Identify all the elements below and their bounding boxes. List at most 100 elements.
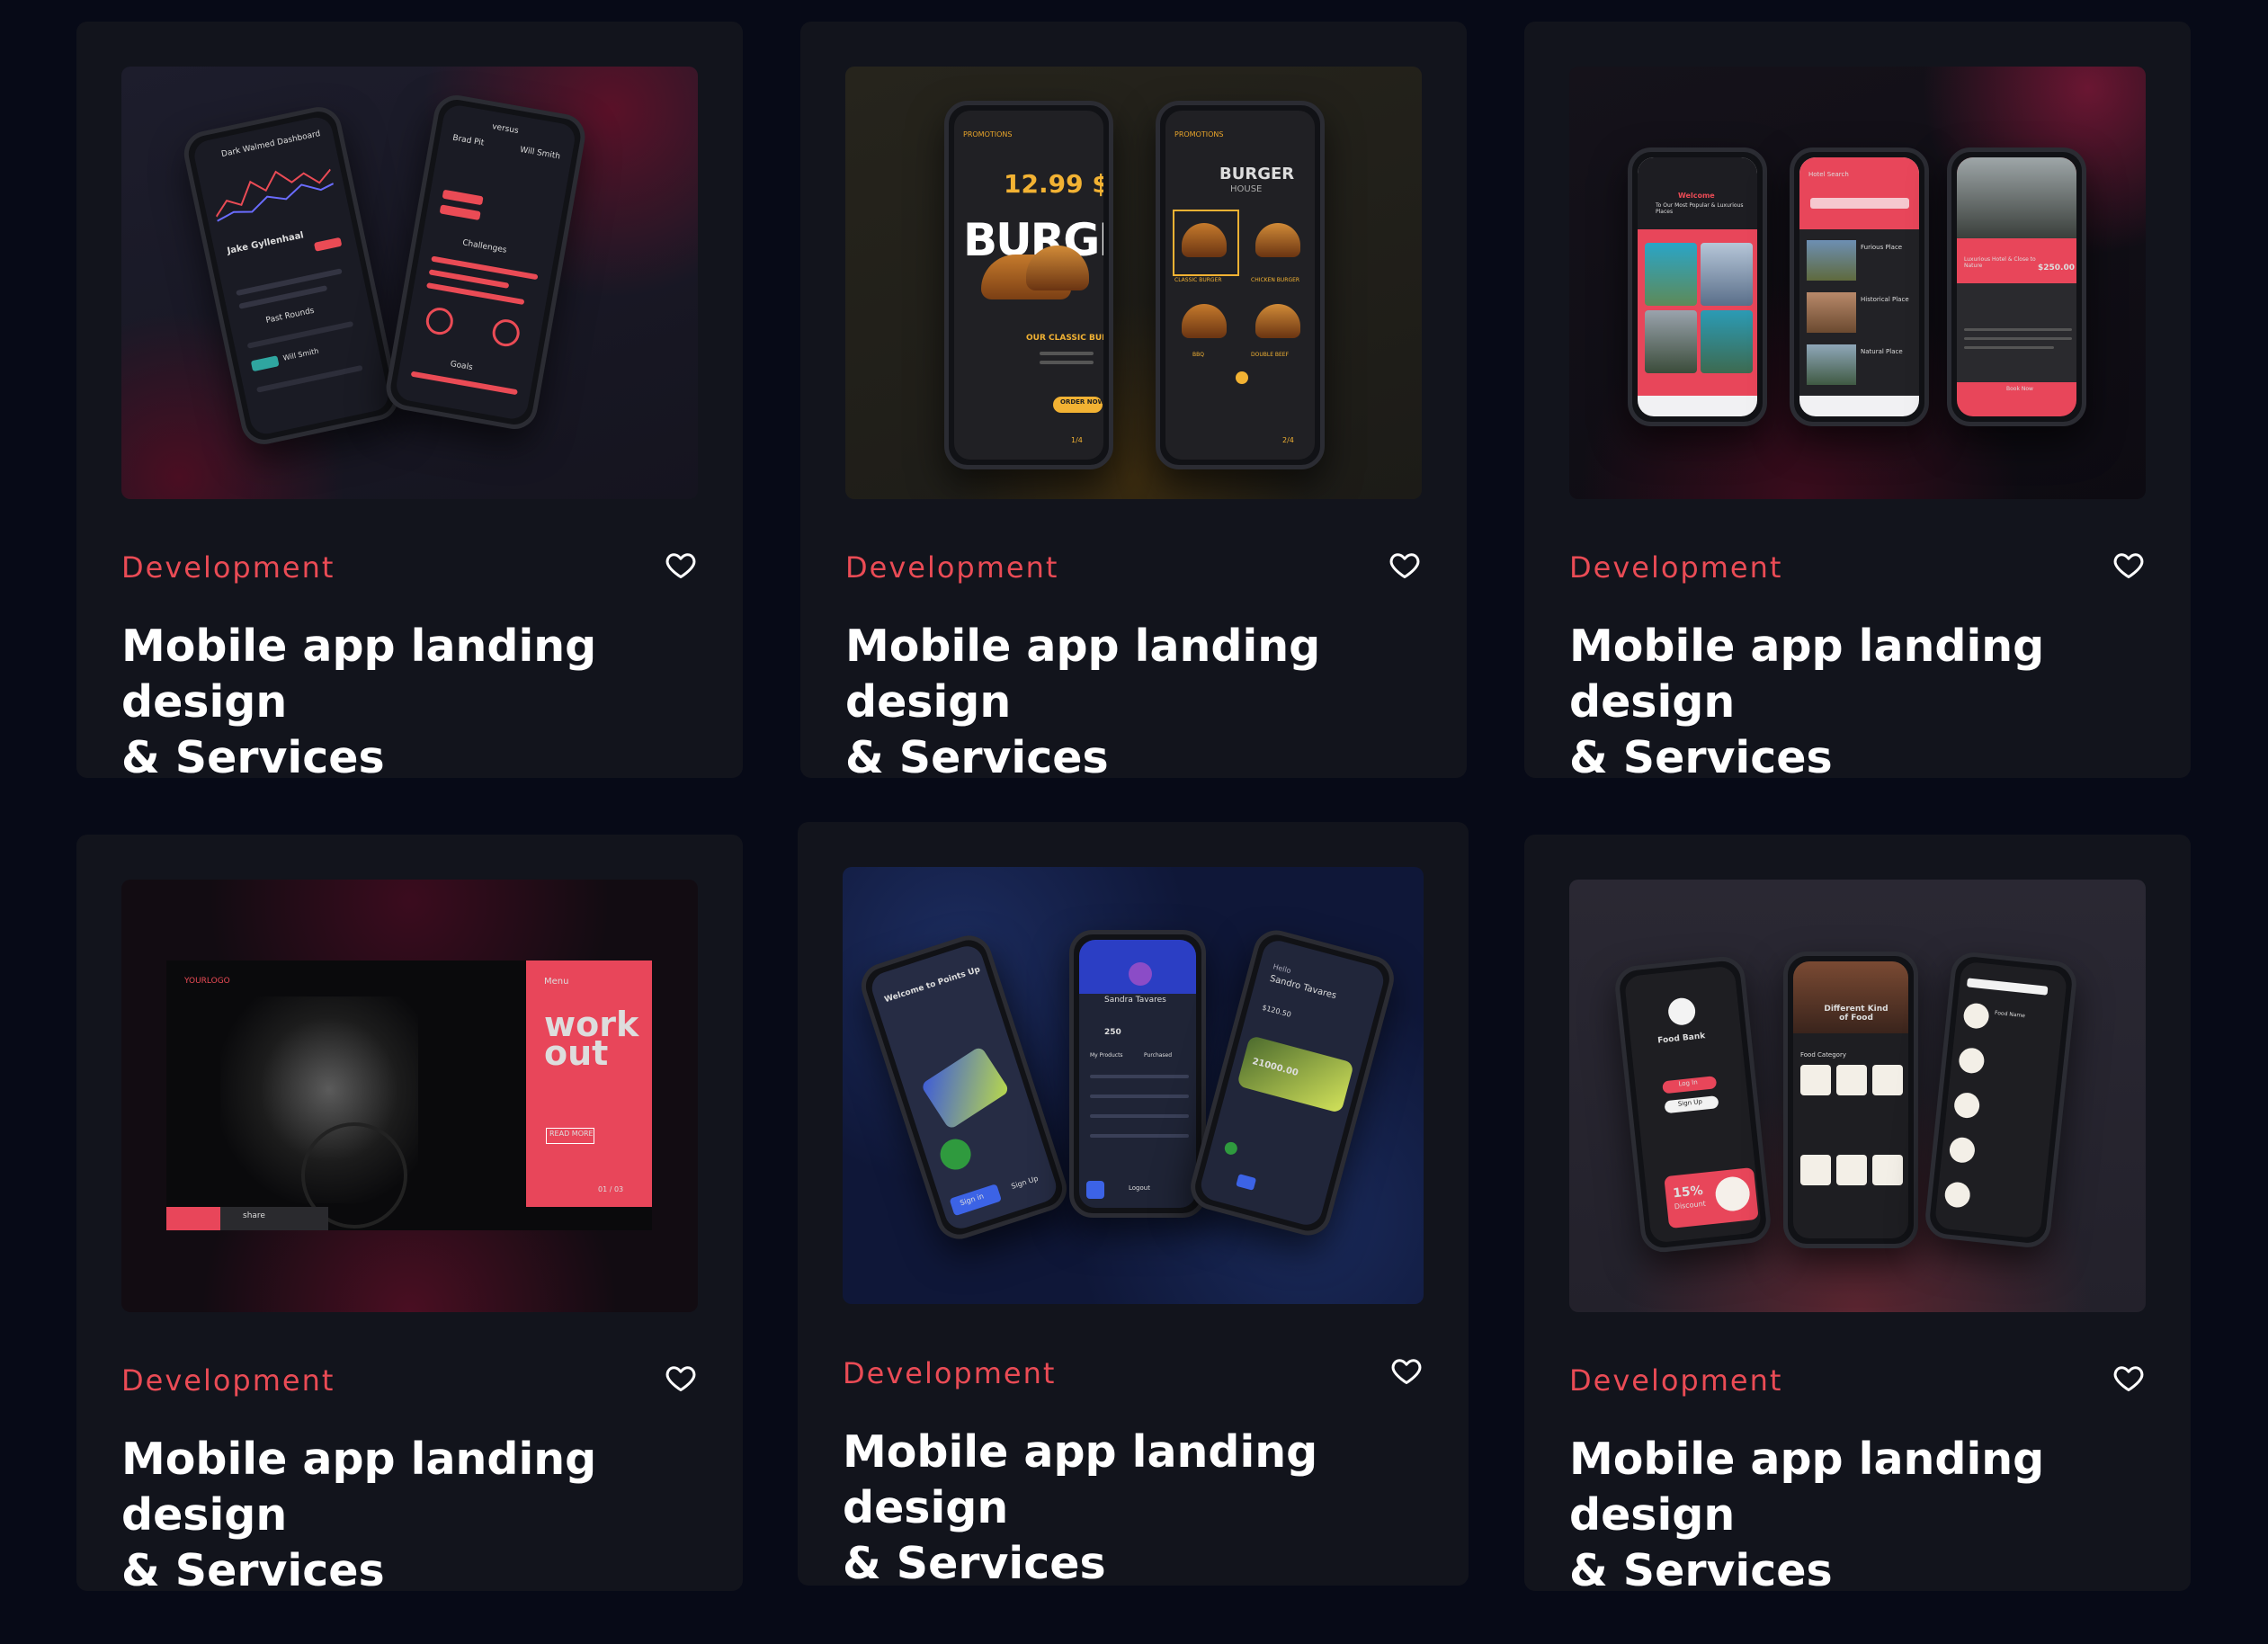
- mockup-text: Purchased: [1144, 1052, 1173, 1059]
- project-thumbnail[interactable]: PROMOTIONS 12.99 $ BURGER OUR CLASSIC BU…: [845, 67, 1422, 499]
- mockup-text: HOUSE: [1230, 184, 1263, 194]
- mockup-text: To Our Most Popular & Luxurious Places: [1656, 202, 1744, 215]
- project-title[interactable]: Mobile app landing design & Services: [1569, 619, 2154, 778]
- project-category[interactable]: Development: [843, 1356, 1056, 1390]
- mockup-text: out: [544, 1033, 609, 1073]
- title-line: Mobile app landing design: [121, 1434, 597, 1541]
- mockup-text: Hotel Search: [1808, 171, 1849, 178]
- mockup-text: Sandra Tavares: [1104, 996, 1166, 1005]
- mockup-text: Discount: [1674, 1199, 1707, 1211]
- mockup-text: Welcome: [1678, 192, 1715, 200]
- mockup-text: OUR CLASSIC BURGER: [1026, 334, 1103, 343]
- heart-outline-icon[interactable]: [664, 549, 698, 581]
- title-line: Mobile app landing design: [845, 621, 1321, 728]
- mockup-text: Challenges: [461, 238, 508, 255]
- project-title[interactable]: Mobile app landing design & Services: [845, 619, 1430, 778]
- mockup-text: Menu: [544, 977, 569, 987]
- mockup-text: Food Name: [1994, 1009, 2026, 1020]
- phone-mockup: Hello Sandro Tavares $120.50 21000.00: [1185, 925, 1399, 1241]
- phone-mockup: Food Name: [1923, 950, 2079, 1250]
- project-title[interactable]: Mobile app landing design & Services: [843, 1425, 1427, 1586]
- mockup-text: Past Rounds: [264, 306, 316, 326]
- mockup-text: Will Smith: [519, 145, 561, 162]
- phone-mockup: Different Kind of Food Food Category: [1783, 952, 1918, 1248]
- phone-mockup: PROMOTIONS 12.99 $ BURGER OUR CLASSIC BU…: [944, 101, 1113, 469]
- title-line: & Services: [121, 732, 385, 778]
- mockup-text: CLASSIC BURGER: [1174, 277, 1222, 283]
- project-card[interactable]: Food Bank Log In Sign Up 15% Discount Di…: [1524, 835, 2191, 1591]
- mockup-text: Food Category: [1800, 1051, 1846, 1059]
- project-category[interactable]: Development: [1569, 550, 1782, 585]
- phone-mockup: Sandra Tavares 250 My Products Purchased…: [1069, 930, 1206, 1218]
- mockup-text: Jake Gyllenhaal: [226, 230, 305, 257]
- project-title[interactable]: Mobile app landing design & Services: [121, 619, 706, 778]
- project-title[interactable]: Mobile app landing design & Services: [121, 1432, 706, 1591]
- heart-outline-icon[interactable]: [664, 1362, 698, 1394]
- phone-mockup: Hotel Search Furious Place Historical Pl…: [1790, 147, 1929, 426]
- mockup-text: YOURLOGO: [184, 977, 230, 986]
- mockup-text: versus: [491, 122, 520, 137]
- project-card[interactable]: Welcome To Our Most Popular & Luxurious …: [1524, 22, 2191, 778]
- mockup-text: 12.99 $: [1004, 169, 1103, 199]
- project-category[interactable]: Development: [121, 550, 335, 585]
- project-category[interactable]: Development: [1569, 1363, 1782, 1398]
- phone-mockup: Luxurious Hotel & Close to Nature $250.0…: [1947, 147, 2086, 426]
- mockup-text: $120.50: [1261, 1003, 1292, 1019]
- mockup-text: Furious Place: [1861, 244, 1903, 251]
- mockup-text: Dark Walmed Dashboard: [220, 129, 322, 160]
- heart-outline-icon[interactable]: [1389, 1354, 1424, 1387]
- mockup-text: Different Kind of Food: [1824, 1005, 1889, 1023]
- project-card[interactable]: Welcome to Points Up Sign in Sign Up San…: [798, 822, 1469, 1586]
- heart-outline-icon[interactable]: [2112, 549, 2146, 581]
- title-line: & Services: [843, 1538, 1106, 1586]
- mockup-text: share: [243, 1211, 265, 1220]
- mockup-text: Logout: [1129, 1184, 1150, 1192]
- mockup-text: 1/4: [1071, 436, 1083, 444]
- mockup-text: ORDER NOW: [1060, 398, 1103, 406]
- mockup-text: 250: [1104, 1028, 1121, 1037]
- title-line: Mobile app landing design: [1569, 1434, 2045, 1541]
- phone-mockup: PROMOTIONS BURGER HOUSE CLASSIC BURGER C…: [1156, 101, 1325, 469]
- mockup-text: Will Smith: [281, 346, 320, 362]
- mockup-text: DOUBLE BEEF: [1251, 352, 1290, 358]
- mockup-text: $250.00: [2038, 264, 2075, 273]
- project-thumbnail[interactable]: Welcome To Our Most Popular & Luxurious …: [1569, 67, 2146, 499]
- mockup-text: Hello: [1272, 962, 1292, 976]
- title-line: & Services: [845, 732, 1109, 778]
- project-thumbnail[interactable]: Welcome to Points Up Sign in Sign Up San…: [843, 867, 1424, 1304]
- mockup-text: BBQ: [1192, 352, 1204, 358]
- title-line: & Services: [121, 1545, 385, 1591]
- phone-mockup: Welcome To Our Most Popular & Luxurious …: [1628, 147, 1767, 426]
- mockup-text: Luxurious Hotel & Close to Nature: [1964, 256, 2036, 269]
- heart-outline-icon[interactable]: [1388, 549, 1422, 581]
- mockup-text: Sign Up: [1010, 1174, 1040, 1191]
- mockup-text: CHICKEN BURGER: [1251, 277, 1300, 283]
- project-card[interactable]: PROMOTIONS 12.99 $ BURGER OUR CLASSIC BU…: [800, 22, 1467, 778]
- project-thumbnail[interactable]: Dark Walmed Dashboard Jake Gyllenhaal Pa…: [121, 67, 698, 499]
- mockup-text: Food Bank: [1656, 1032, 1706, 1046]
- mockup-text: 2/4: [1282, 436, 1294, 444]
- heart-outline-icon[interactable]: [2112, 1362, 2146, 1394]
- project-thumbnail[interactable]: Food Bank Log In Sign Up 15% Discount Di…: [1569, 880, 2146, 1312]
- mockup-text: BURGER: [1219, 165, 1295, 183]
- mockup-text: 01 / 03: [598, 1185, 624, 1193]
- mockup-text: Book Now: [2006, 386, 2033, 392]
- project-title[interactable]: Mobile app landing design & Services: [1569, 1432, 2154, 1591]
- mockup-text: PROMOTIONS: [963, 130, 1013, 138]
- mockup-text: Goals: [449, 359, 474, 373]
- title-line: & Services: [1569, 732, 1833, 778]
- project-card[interactable]: Dark Walmed Dashboard Jake Gyllenhaal Pa…: [76, 22, 743, 778]
- phone-mockup: Dark Walmed Dashboard Jake Gyllenhaal Pa…: [180, 103, 403, 449]
- project-category[interactable]: Development: [845, 550, 1058, 585]
- title-line: Mobile app landing design: [121, 621, 597, 728]
- project-thumbnail[interactable]: YOURLOGO Menu work out READ MORE 01 / 03…: [121, 880, 698, 1312]
- phone-mockup: Welcome to Points Up Sign in Sign Up: [855, 929, 1073, 1246]
- mockup-text: READ MORE: [549, 1130, 594, 1138]
- project-category[interactable]: Development: [121, 1363, 335, 1398]
- project-card[interactable]: YOURLOGO Menu work out READ MORE 01 / 03…: [76, 835, 743, 1591]
- mockup-text: Sandro Tavares: [1268, 973, 1338, 1002]
- title-line: Mobile app landing design: [843, 1426, 1318, 1533]
- promo-card: 15% Discount: [1664, 1166, 1759, 1229]
- mockup-text: Historical Place: [1861, 296, 1909, 303]
- phone-mockup: versus Brad Pit Will Smith Challenges Go…: [382, 91, 589, 433]
